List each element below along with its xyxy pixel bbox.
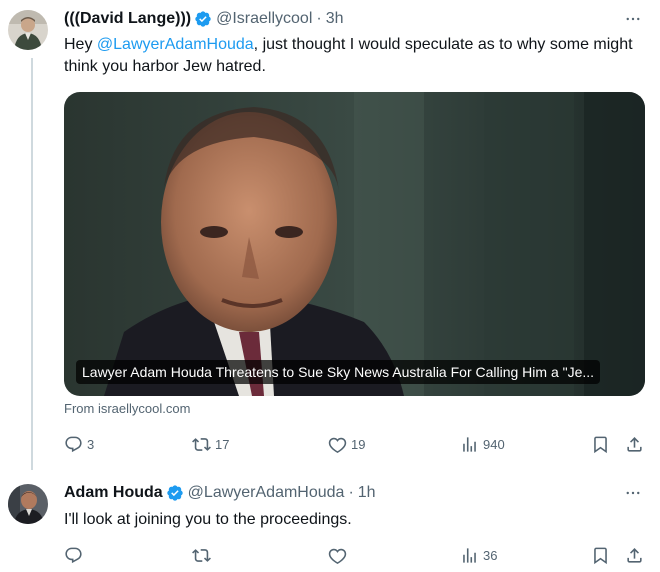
tweet-header: Adam Houda @LawyerAdamHouda · 1h [64, 484, 376, 502]
timestamp[interactable]: 3h [326, 10, 344, 28]
reply-button[interactable] [64, 543, 87, 567]
separator-dot: · [348, 484, 354, 501]
like-button[interactable] [328, 543, 351, 567]
author-handle[interactable]: @LawyerAdamHouda [188, 484, 345, 502]
share-button[interactable] [625, 543, 648, 567]
bookmark-button[interactable] [591, 432, 614, 456]
author-name[interactable]: Adam Houda [64, 484, 163, 502]
views-icon [463, 436, 476, 452]
tweet-text: Hey @LawyerAdamHouda, just thought I wou… [64, 34, 649, 78]
retweet-button[interactable] [192, 543, 215, 567]
reply-icon [65, 436, 82, 452]
link-card-source[interactable]: From israellycool.com [64, 401, 190, 416]
like-icon [328, 437, 347, 453]
bookmark-button[interactable] [591, 543, 614, 567]
timestamp[interactable]: 1h [358, 484, 376, 502]
verified-badge-icon [166, 484, 184, 502]
like-count: 19 [351, 436, 366, 452]
reply-count: 3 [87, 436, 95, 452]
bookmark-icon [594, 436, 607, 453]
separator-dot: · [316, 10, 322, 27]
retweet-icon [192, 548, 211, 562]
views-button[interactable]: 36 [460, 543, 497, 567]
author-name[interactable]: (((David Lange))) [64, 10, 191, 28]
tweet-header: (((David Lange))) @Israellycool · 3h [64, 10, 344, 28]
tweet-actions: 36 [64, 543, 649, 567]
link-card[interactable]: Lawyer Adam Houda Threatens to Sue Sky N… [64, 92, 645, 396]
retweet-button[interactable]: 17 [192, 432, 229, 456]
views-icon [463, 547, 476, 563]
share-icon [627, 547, 642, 563]
share-icon [627, 436, 642, 452]
avatar-adam-houda[interactable] [8, 484, 48, 524]
views-count: 940 [483, 436, 505, 452]
tweet-text: I'll look at joining you to the proceedi… [64, 511, 352, 528]
share-button[interactable] [625, 432, 648, 456]
views-count: 36 [483, 547, 498, 563]
mention-link[interactable]: @LawyerAdamHouda [97, 36, 254, 53]
like-icon [328, 548, 347, 564]
reply-icon [65, 547, 82, 563]
verified-badge-icon [194, 10, 212, 28]
more-options-icon[interactable] [622, 482, 644, 504]
retweet-count: 17 [215, 436, 230, 452]
reply-button[interactable]: 3 [64, 432, 94, 456]
thread-connector-line [31, 58, 33, 470]
tweet-text-start: Hey [64, 36, 97, 53]
views-button[interactable]: 940 [460, 432, 505, 456]
link-card-title: Lawyer Adam Houda Threatens to Sue Sky N… [76, 360, 601, 384]
author-handle[interactable]: @Israellycool [216, 10, 312, 28]
more-options-icon[interactable] [622, 8, 644, 30]
tweet-actions: 3 17 19 940 [64, 432, 649, 456]
retweet-icon [192, 437, 211, 451]
link-card-image [64, 92, 645, 396]
avatar-david-lange[interactable] [8, 10, 48, 50]
bookmark-icon [594, 547, 607, 564]
like-button[interactable]: 19 [328, 432, 365, 456]
